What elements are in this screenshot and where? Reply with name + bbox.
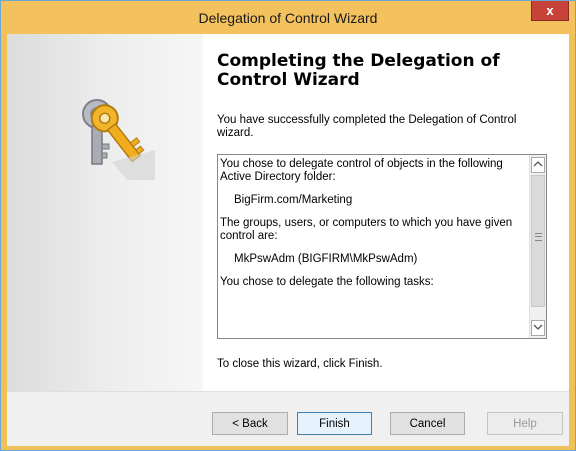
scroll-down-button[interactable] xyxy=(531,320,545,336)
scroll-up-button[interactable] xyxy=(531,157,545,173)
wizard-content: Completing the Delegation of Control Wiz… xyxy=(203,34,569,391)
back-button[interactable]: < Back xyxy=(212,412,288,435)
help-button[interactable]: Help xyxy=(487,412,563,435)
chevron-down-icon xyxy=(533,324,543,330)
finish-button[interactable]: Finish xyxy=(297,412,372,435)
wizard-sidebar xyxy=(7,34,203,391)
summary-folder: BigFirm.com/Marketing xyxy=(234,194,353,206)
window-title: Delegation of Control Wizard xyxy=(198,10,378,26)
wizard-window: Delegation of Control Wizard x Completin… xyxy=(0,0,576,451)
button-bar: < Back Finish Cancel Help xyxy=(7,392,569,446)
page-title: Completing the Delegation of Control Wiz… xyxy=(217,51,500,90)
close-button[interactable]: x xyxy=(531,1,569,21)
cancel-button[interactable]: Cancel xyxy=(390,412,465,435)
keys-icon xyxy=(82,99,155,180)
title-bar[interactable]: Delegation of Control Wizard x xyxy=(1,1,575,34)
summary-principals-intro: The groups, users, or computers to which… xyxy=(220,217,513,242)
summary-tasks-intro: You chose to delegate the following task… xyxy=(220,276,434,288)
close-icon: x xyxy=(546,3,554,18)
vertical-scrollbar[interactable] xyxy=(529,155,546,338)
chevron-up-icon xyxy=(533,161,543,167)
summary-principal: MkPswAdm (BIGFIRM\MkPswAdm) xyxy=(234,253,418,265)
wizard-client-area: Completing the Delegation of Control Wiz… xyxy=(7,34,569,446)
summary-folder-intro: You chose to delegate control of objects… xyxy=(220,158,503,183)
summary-textbox[interactable]: You chose to delegate control of objects… xyxy=(217,154,547,339)
intro-text: You have successfully completed the Dele… xyxy=(217,114,517,139)
summary-text[interactable]: You chose to delegate control of objects… xyxy=(220,158,527,336)
finish-hint: To close this wizard, click Finish. xyxy=(217,358,383,370)
grip-icon xyxy=(535,233,542,241)
scrollbar-thumb[interactable] xyxy=(531,175,545,307)
